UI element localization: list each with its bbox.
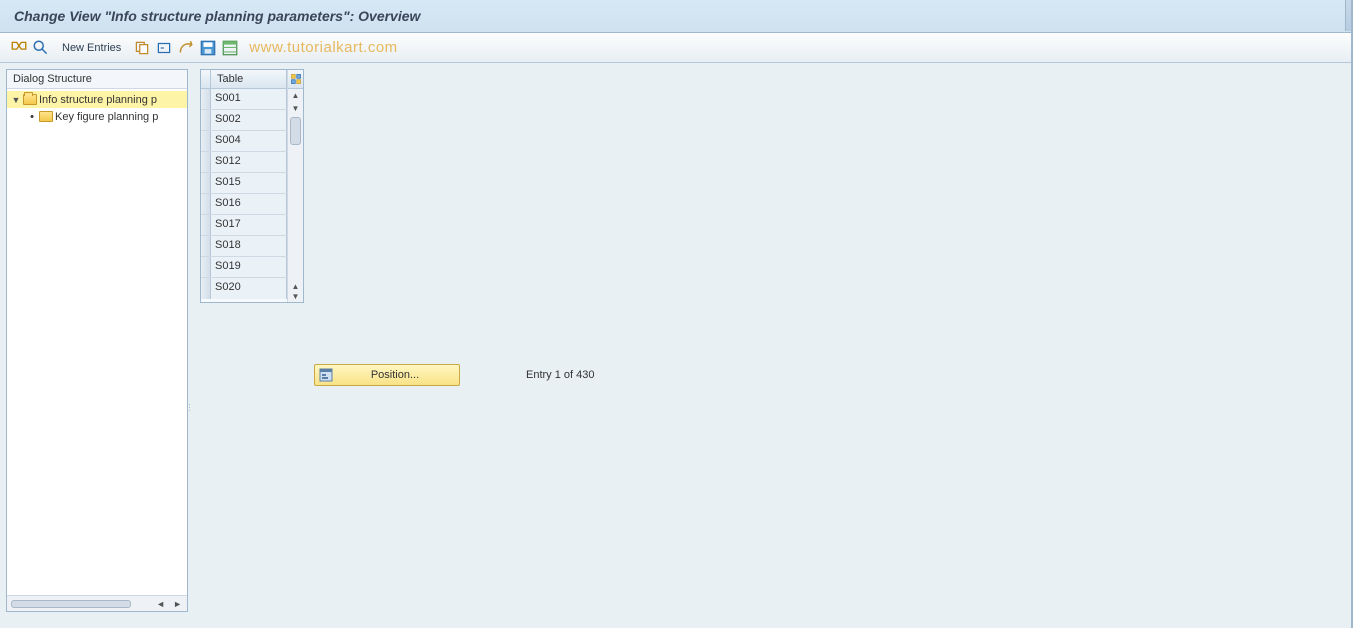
scroll-down-step-icon[interactable]: ▼ <box>292 102 300 115</box>
title-bar: Change View "Info structure planning par… <box>0 0 1353 33</box>
position-button-label: Position... <box>353 369 455 381</box>
expander-icon[interactable]: ▼ <box>11 95 21 105</box>
folder-open-icon <box>23 94 37 105</box>
toggle-view-icon[interactable] <box>10 39 28 57</box>
position-icon <box>319 368 333 382</box>
scrollbar-thumb[interactable] <box>11 600 131 608</box>
tree-body: ▼ Info structure planning p • Key figure… <box>7 89 187 595</box>
content-area: Dialog Structure ▼ Info structure planni… <box>0 63 1353 618</box>
scrollbar-track[interactable] <box>288 115 303 282</box>
tree-child-label: Key figure planning p <box>55 111 158 123</box>
entry-status: Entry 1 of 430 <box>526 369 595 381</box>
scroll-page-up-icon[interactable]: ▲ <box>292 282 300 291</box>
tree-header: Dialog Structure <box>7 70 187 89</box>
watermark-text: www.tutorialkart.com <box>249 39 397 56</box>
position-button[interactable]: Position... <box>314 364 460 386</box>
tree-root-label: Info structure planning p <box>39 94 157 106</box>
table-cell[interactable]: S002 <box>211 110 287 130</box>
table-cell[interactable]: S020 <box>211 278 287 299</box>
delimit-icon[interactable] <box>177 39 195 57</box>
scrollbar-thumb[interactable] <box>290 117 301 145</box>
row-selector[interactable] <box>201 194 211 214</box>
table-vertical-scrollbar[interactable]: ▲ ▼ ▲ ▼ <box>287 70 303 302</box>
table-cell[interactable]: S015 <box>211 173 287 193</box>
row-selector[interactable] <box>201 215 211 235</box>
table-cell[interactable]: S001 <box>211 89 287 109</box>
page-title: Change View "Info structure planning par… <box>14 8 420 24</box>
tree-horizontal-scrollbar[interactable]: ◄ ► <box>7 595 187 611</box>
save-icon[interactable] <box>199 39 217 57</box>
row-selector[interactable] <box>201 236 211 256</box>
tree-child-item[interactable]: • Key figure planning p <box>7 108 187 125</box>
scroll-right-icon[interactable]: ► <box>170 599 185 609</box>
folder-icon <box>39 111 53 122</box>
undo-icon[interactable] <box>155 39 173 57</box>
scroll-up-icon[interactable]: ▲ <box>292 89 300 102</box>
bullet-icon: • <box>27 111 37 123</box>
row-selector[interactable] <box>201 89 211 109</box>
table-cell[interactable]: S004 <box>211 131 287 151</box>
tree-root-item[interactable]: ▼ Info structure planning p <box>7 91 187 108</box>
table-cell[interactable]: S017 <box>211 215 287 235</box>
table-cell[interactable]: S018 <box>211 236 287 256</box>
row-selector[interactable] <box>201 152 211 172</box>
copy-icon[interactable] <box>133 39 151 57</box>
table-column-header[interactable]: Table <box>211 70 287 88</box>
table-config-button[interactable] <box>288 70 303 89</box>
select-all-icon[interactable] <box>221 39 239 57</box>
row-selector[interactable] <box>201 131 211 151</box>
row-selector[interactable] <box>201 257 211 277</box>
table-cell[interactable]: S019 <box>211 257 287 277</box>
splitter-handle[interactable]: ··· <box>188 403 192 412</box>
row-selector[interactable] <box>201 278 211 299</box>
scroll-left-icon[interactable]: ◄ <box>153 599 168 609</box>
table-cell[interactable]: S012 <box>211 152 287 172</box>
expand-icon[interactable] <box>32 39 50 57</box>
row-selector[interactable] <box>201 173 211 193</box>
table-cell[interactable]: S016 <box>211 194 287 214</box>
new-entries-button[interactable]: New Entries <box>54 42 129 54</box>
table-panel: Table S001 S002 S004 S012 S015 S016 S017… <box>200 69 304 303</box>
scroll-page-down-icon[interactable]: ▼ <box>292 292 300 301</box>
position-area: Position... Entry 1 of 430 <box>314 364 595 386</box>
row-handle-header <box>201 70 211 88</box>
row-selector[interactable] <box>201 110 211 130</box>
toolbar: New Entries www.tutorialkart.com <box>0 33 1353 63</box>
dialog-structure-panel: Dialog Structure ▼ Info structure planni… <box>6 69 188 612</box>
table-body: S001 S002 S004 S012 S015 S016 S017 S018 … <box>201 89 287 302</box>
